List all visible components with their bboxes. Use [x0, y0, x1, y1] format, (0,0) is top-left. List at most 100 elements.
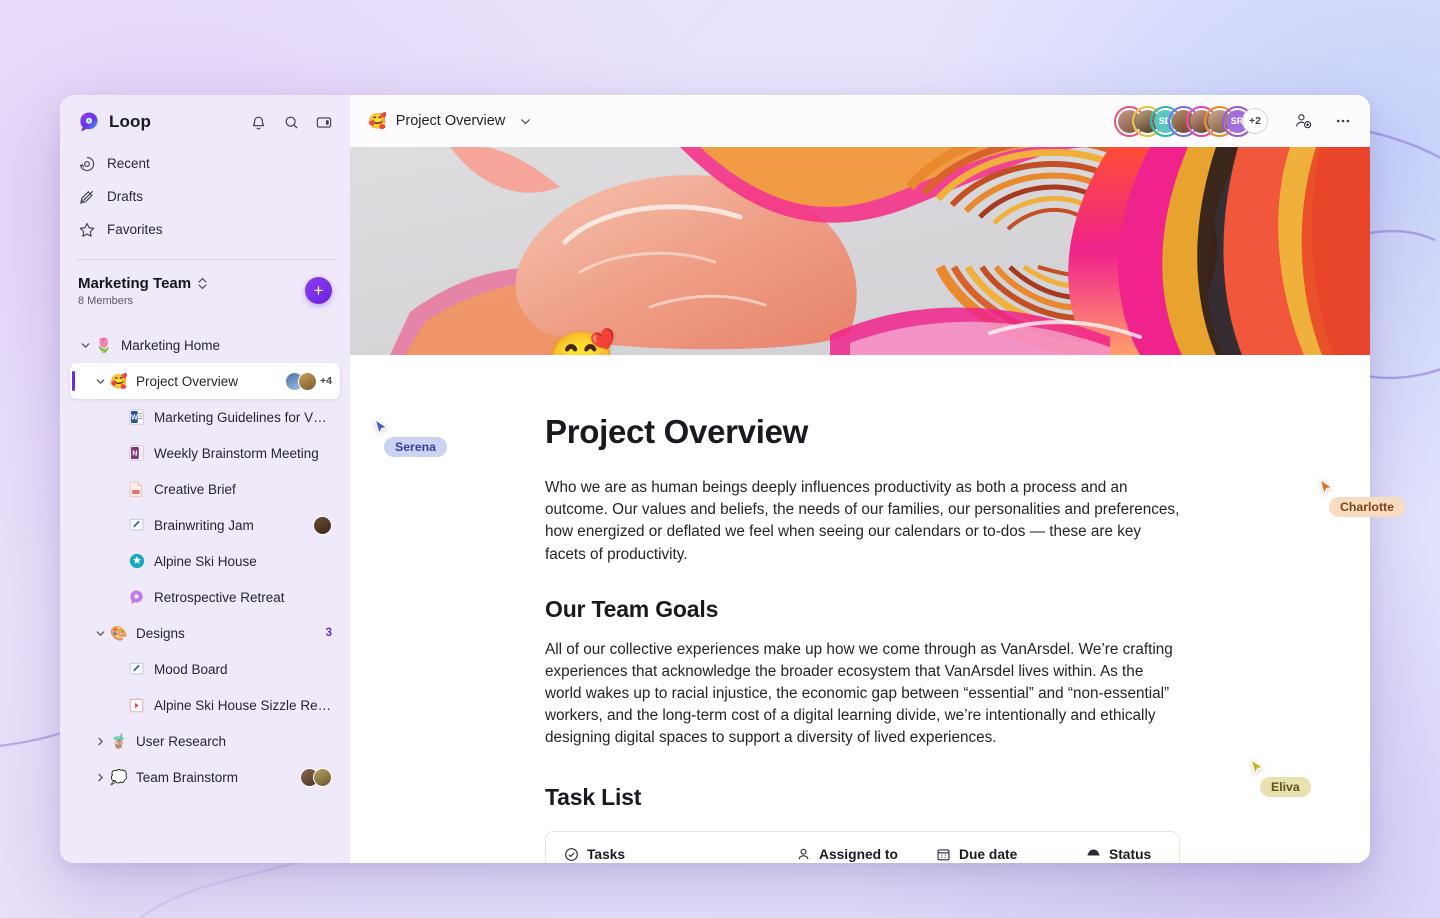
avatar-overflow: +4 — [320, 375, 332, 387]
breadcrumb-emoji: 🥰 — [368, 113, 387, 130]
column-header-due-date[interactable]: Due date — [936, 847, 1086, 862]
tree-item-emoji: 🥰 — [110, 372, 128, 389]
tree-item-label: Project Overview — [136, 373, 239, 389]
chevron-down-icon[interactable] — [91, 628, 109, 639]
avatar — [313, 767, 332, 787]
topbar: 🥰 Project Overview SD SR +2 — [350, 95, 1370, 147]
tree-item-brainwriting-jam[interactable]: Brainwriting Jam — [70, 507, 340, 543]
whiteboard-file-icon — [128, 661, 145, 678]
avatar — [298, 371, 318, 391]
workspace-header: Marketing Team 8 Members + — [60, 260, 350, 307]
tree-item-emoji: 🌷 — [95, 336, 113, 353]
tree-item-designs[interactable]: 🎨 Designs 3 — [70, 615, 340, 651]
tree-item-creative-brief[interactable]: Creative Brief — [70, 471, 340, 507]
add-people-icon[interactable] — [1292, 110, 1314, 132]
chevron-down-icon[interactable] — [91, 376, 109, 387]
tree-item-label: Retrospective Retreat — [154, 589, 285, 605]
avatar — [313, 515, 332, 535]
sidebar-item-favorites[interactable]: Favorites — [70, 213, 340, 246]
cover-banner[interactable]: 🥰 — [350, 147, 1370, 355]
cover-banner-art — [350, 147, 1370, 355]
page-tree: 🌷 Marketing Home 🥰 Project Overview +4 W… — [60, 327, 350, 863]
column-header-status[interactable]: Status — [1086, 847, 1151, 862]
notifications-icon[interactable] — [248, 112, 268, 132]
chevron-right-icon[interactable] — [91, 736, 109, 747]
tree-item-emoji: 🎨 — [110, 624, 128, 641]
chevron-right-icon[interactable] — [91, 772, 109, 783]
sidebar-nav: Recent Drafts Favorites — [60, 133, 350, 246]
brand-name: Loop — [109, 112, 151, 131]
tree-item-marketing-guidelines[interactable]: W Marketing Guidelines for V… — [70, 399, 340, 435]
onenote-file-icon: N — [128, 445, 145, 462]
chevron-down-icon[interactable] — [519, 115, 532, 128]
star-icon — [78, 221, 96, 239]
column-header-label: Tasks — [587, 847, 626, 863]
tree-item-label: Mood Board — [154, 661, 228, 677]
tree-item-mood-board[interactable]: Mood Board — [70, 651, 340, 687]
intro-paragraph: Who we are as human beings deeply influe… — [545, 479, 1180, 563]
tree-item-avatars[interactable] — [307, 515, 332, 535]
breadcrumb-label: Project Overview — [395, 113, 506, 129]
tree-item-emoji: 🧋 — [110, 732, 128, 749]
page-title: Project Overview — [545, 413, 809, 450]
tree-item-weekly-brainstorm[interactable]: N Weekly Brainstorm Meeting — [70, 435, 340, 471]
status-icon — [1086, 847, 1101, 862]
sidebar-item-label: Favorites — [107, 222, 163, 237]
avatar-overflow-count[interactable]: +2 — [1242, 108, 1268, 134]
column-header-label: Due date — [959, 847, 1018, 863]
goals-paragraph: All of our collective experiences make u… — [545, 640, 1173, 747]
sidebar: Loop Recent Drafts Favorites Marketing T… — [60, 95, 350, 863]
column-header-label: Assigned to — [819, 847, 898, 863]
tree-item-label: Weekly Brainstorm Meeting — [154, 445, 319, 461]
sidebar-item-label: Drafts — [107, 189, 144, 204]
brand[interactable]: Loop — [78, 111, 240, 133]
person-icon — [796, 847, 811, 862]
loop-file-icon — [128, 589, 145, 606]
tree-item-sizzle-reel[interactable]: Alpine Ski House Sizzle Re… — [70, 687, 340, 723]
search-icon[interactable] — [281, 112, 301, 132]
task-table: Tasks Assigned to Due date Status — [545, 830, 1180, 863]
tree-item-badge: 3 — [325, 627, 332, 639]
tree-item-retrospective-retreat[interactable]: Retrospective Retreat — [70, 579, 340, 615]
whiteboard-file-icon — [128, 517, 145, 534]
calendar-icon — [936, 847, 951, 862]
sidebar-item-label: Recent — [107, 156, 150, 171]
chevron-down-icon[interactable] — [76, 340, 94, 351]
loop-logo-icon — [80, 112, 98, 132]
tree-item-alpine-ski-house[interactable]: Alpine Ski House — [70, 543, 340, 579]
add-workspace-button[interactable]: + — [305, 277, 332, 304]
tree-item-label: Marketing Guidelines for V… — [154, 409, 327, 425]
column-header-assigned-to[interactable]: Assigned to — [796, 847, 936, 862]
tree-item-label: Marketing Home — [121, 337, 221, 353]
workspace-name[interactable]: Marketing Team — [78, 275, 191, 292]
recent-icon — [78, 155, 96, 173]
pdf-file-icon — [128, 481, 145, 498]
tree-item-label: Alpine Ski House Sizzle Re… — [154, 697, 332, 713]
toggle-panel-icon[interactable] — [314, 112, 334, 132]
sidebar-header-actions — [248, 112, 334, 132]
tree-item-team-brainstorm[interactable]: 💭 Team Brainstorm — [70, 759, 340, 795]
breadcrumb[interactable]: 🥰 Project Overview — [368, 112, 532, 130]
tree-item-user-research[interactable]: 🧋 User Research — [70, 723, 340, 759]
collaborator-avatars[interactable]: SD SR +2 — [1113, 105, 1268, 137]
svg-text:W: W — [131, 415, 138, 422]
tree-item-emoji: 💭 — [110, 768, 128, 785]
svg-text:N: N — [132, 451, 137, 458]
sidebar-item-recent[interactable]: Recent — [70, 147, 340, 180]
sway-file-icon — [128, 553, 145, 570]
check-circle-icon — [564, 847, 579, 862]
goals-heading: Our Team Goals — [545, 595, 719, 622]
tree-item-avatars[interactable] — [294, 767, 332, 787]
tree-item-avatars[interactable]: +4 — [279, 371, 332, 391]
sidebar-header: Loop — [60, 95, 350, 133]
more-options-icon[interactable] — [1332, 110, 1354, 132]
app-window: Loop Recent Drafts Favorites Marketing T… — [60, 95, 1370, 863]
sidebar-item-drafts[interactable]: Drafts — [70, 180, 340, 213]
tree-item-project-overview[interactable]: 🥰 Project Overview +4 — [70, 363, 340, 399]
page-reaction-emoji[interactable]: 🥰 — [546, 333, 616, 356]
column-header-tasks[interactable]: Tasks — [564, 847, 796, 862]
tree-item-label: Brainwriting Jam — [154, 517, 254, 533]
tree-item-marketing-home[interactable]: 🌷 Marketing Home — [70, 327, 340, 363]
drafts-icon — [78, 188, 96, 206]
sort-chevrons-icon[interactable] — [197, 277, 208, 290]
